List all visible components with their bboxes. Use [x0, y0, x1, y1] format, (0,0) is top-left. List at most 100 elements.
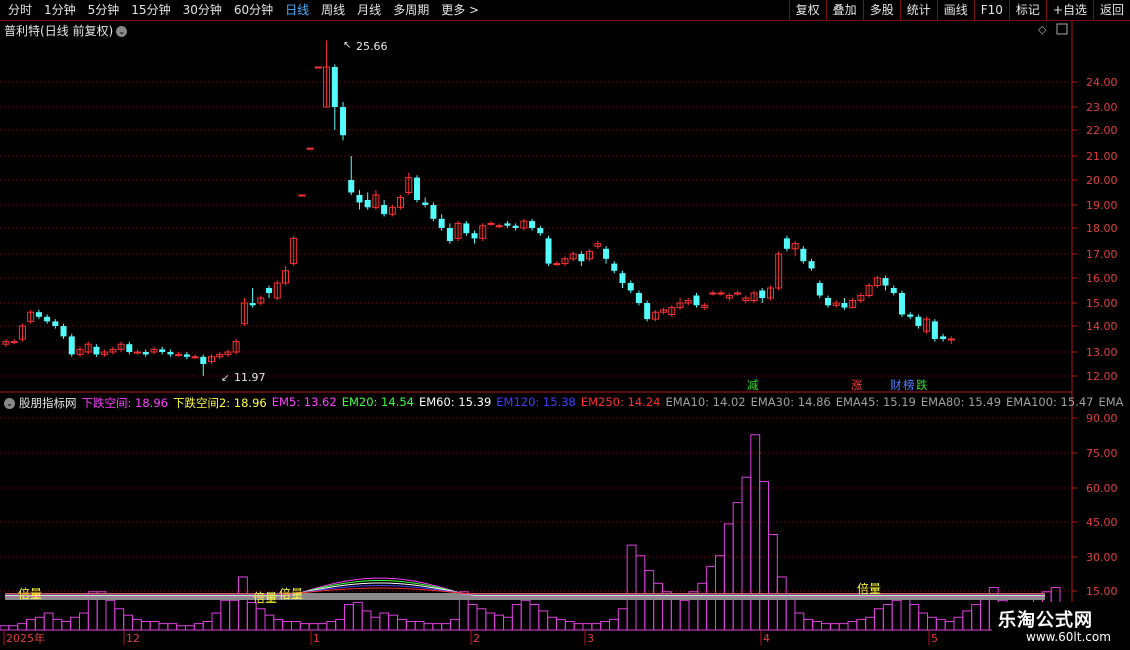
volume-bar [335, 618, 345, 631]
volume-bar [379, 612, 390, 631]
volume-bar [114, 608, 125, 631]
candle-body-up [134, 351, 142, 354]
signal-rise: 涨 [851, 378, 863, 392]
indicator-field: EM250: 14.24 [580, 395, 661, 409]
candle-body-down [159, 349, 166, 352]
candle-body-up [495, 225, 503, 228]
volume-bar [176, 625, 187, 631]
volume-bar [821, 623, 831, 631]
candle-body-down [381, 205, 388, 215]
volume-bar [635, 555, 646, 631]
date-tick-label: 5 [931, 632, 938, 645]
volume-bar [980, 597, 990, 631]
volume-bar [838, 623, 849, 631]
volume-bar [34, 616, 45, 631]
indicator-field: EMA100: 15.47 [1006, 395, 1094, 409]
volume-bar [273, 618, 284, 631]
volume-bar [927, 616, 937, 631]
volume-bar [935, 618, 946, 631]
volume-bar [697, 582, 708, 631]
volume-bar [759, 480, 770, 631]
candle-body-down [167, 352, 174, 355]
indicator-field: EMA30: 14.86 [750, 395, 831, 409]
price-tick-label: 17.00 [1086, 248, 1118, 261]
volume-y-ticks: 90.00 75.00 60.00 45.00 30.00 15.00 [1072, 412, 1118, 598]
candle-body-down [808, 261, 815, 269]
volume-bar [768, 534, 778, 631]
candle-body-down [603, 248, 610, 259]
volume-bar [723, 523, 734, 631]
candle-body-down [331, 67, 338, 107]
moving-average-lines [5, 577, 1045, 600]
candle-body-down [800, 248, 807, 262]
candle-body-down [356, 195, 363, 203]
watermark-url: www.60lt.com [1026, 630, 1111, 644]
volume-bar [326, 621, 337, 631]
volume-bar [874, 608, 884, 631]
volume-bar [865, 616, 876, 631]
volume-bar [670, 597, 681, 631]
volume-bar [617, 608, 628, 631]
candle-body-down [537, 228, 544, 234]
candle-body-down [512, 225, 519, 228]
candle-body-down [890, 288, 897, 293]
signal-reduce: 减 [747, 378, 759, 392]
candle-body-down [898, 293, 905, 315]
candle-body-down [693, 295, 700, 306]
signal-list: 榜 [903, 378, 915, 392]
candle-body-down [142, 352, 149, 355]
volume-bar [0, 625, 10, 631]
volume-grid [0, 417, 1072, 592]
date-tick-label: 3 [587, 632, 594, 645]
volume-bar [264, 614, 275, 631]
date-tick-label: 2025年 [6, 631, 45, 645]
price-tick-label: 15.00 [1086, 297, 1118, 310]
volume-bar [476, 608, 487, 631]
date-tick-label: 1 [313, 632, 320, 645]
volume-bar [255, 608, 266, 631]
volume-bars [0, 434, 1061, 631]
price-tick-label: 18.00 [1086, 222, 1118, 235]
volume-bar [529, 604, 540, 631]
volume-tick-label: 15.00 [1086, 585, 1118, 598]
watermark: 乐淘公式网 www.60lt.com [992, 602, 1130, 650]
volume-bar [953, 616, 964, 631]
indicator-field: EMA [1098, 395, 1124, 409]
volume-tick-label: 30.00 [1086, 551, 1118, 564]
candle-body-down [627, 283, 634, 291]
candle-body-down [200, 356, 207, 364]
chevron-down-icon[interactable]: ⌄ [4, 397, 15, 409]
date-tick-label: 4 [763, 632, 770, 645]
volume-bar [291, 621, 301, 631]
candle-body-up [306, 147, 314, 150]
price-y-ticks: 24.00 23.00 22.00 21.00 20.00 19.00 18.00 17.00… [1072, 76, 1118, 383]
volume-bar [582, 623, 593, 631]
double-volume-marker: 倍量 [253, 590, 277, 605]
volume-bar [405, 621, 416, 631]
kline-chart[interactable]: 24.00 23.00 22.00 21.00 20.00 19.00 18.00 17.00… [0, 0, 1130, 650]
candle-body-down [635, 293, 642, 303]
volume-bar [547, 616, 558, 631]
candle-body-down [93, 346, 100, 355]
low-price-arrow: ↙ [221, 373, 229, 384]
candle-body-down [249, 303, 256, 306]
candle-body-down [644, 303, 651, 320]
candle-body-up [947, 338, 955, 341]
volume-bar [511, 604, 522, 631]
volume-bar [856, 618, 867, 631]
volume-bar [564, 621, 575, 631]
volume-bar [556, 618, 566, 631]
indicator-field: EMA80: 15.49 [920, 395, 1002, 409]
volume-bar [352, 601, 363, 631]
double-volume-marker: 倍量 [279, 586, 303, 601]
volume-bar [944, 621, 955, 631]
candle-body-down [68, 336, 75, 355]
volume-bar [79, 612, 89, 631]
volume-bar [211, 612, 222, 631]
volume-bar [882, 604, 893, 631]
candle-body-down [348, 180, 355, 193]
indicator-field: EM20: 14.54 [341, 395, 414, 409]
price-tick-label: 22.00 [1086, 124, 1118, 137]
indicator-name: 股朋指标网 [19, 396, 77, 410]
candle-body-down [422, 202, 429, 205]
